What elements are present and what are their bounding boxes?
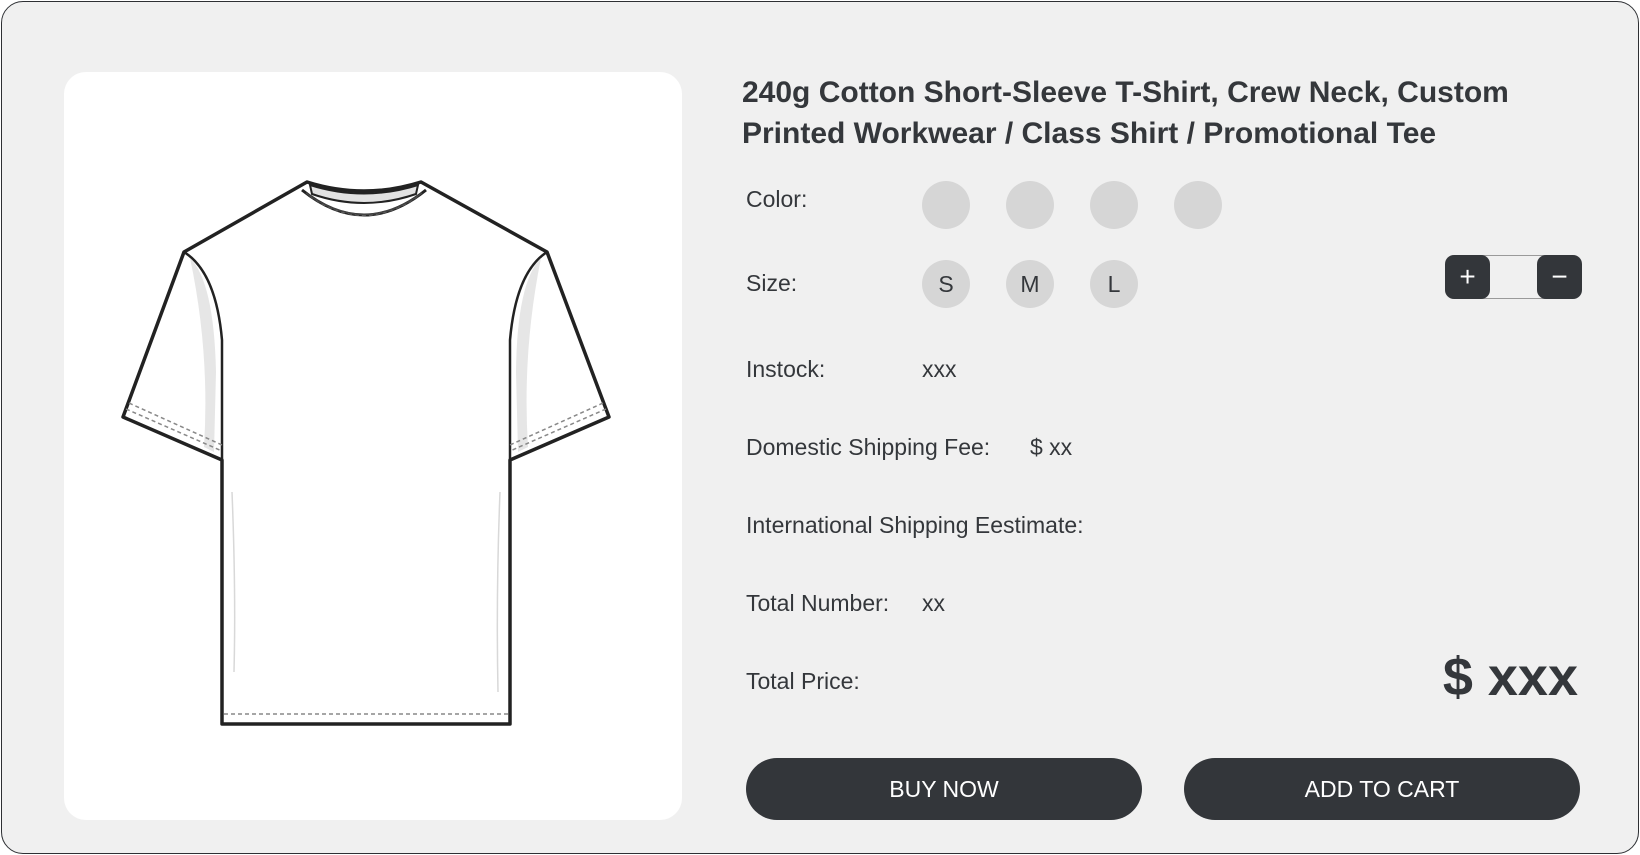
color-label: Color: — [746, 186, 808, 212]
decrement-button[interactable]: − — [1537, 255, 1582, 299]
instock-value: xxx — [922, 356, 957, 382]
add-to-cart-button[interactable]: ADD TO CART — [1184, 758, 1580, 820]
product-panel: 240g Cotton Short-Sleeve T-Shirt, Crew N… — [1, 1, 1639, 854]
color-swatch-4[interactable] — [1174, 181, 1222, 229]
domestic-shipping-value: $ xx — [1030, 434, 1073, 460]
total-number-label: Total Number: — [746, 590, 890, 616]
size-option-s[interactable]: S — [922, 260, 970, 308]
product-title-line-2: Printed Workwear / Class Shirt / Promoti… — [742, 117, 1437, 150]
domestic-shipping-label: Domestic Shipping Fee: — [746, 434, 991, 460]
minus-icon: − — [1551, 261, 1568, 292]
plus-icon: + — [1459, 261, 1476, 292]
color-swatch-3[interactable] — [1090, 181, 1138, 229]
total-price-label: Total Price: — [746, 668, 860, 694]
color-swatch-2[interactable] — [1006, 181, 1054, 229]
total-price-value: $ xxx — [1442, 647, 1578, 707]
total-number-value: xx — [922, 590, 945, 616]
product-image-card — [64, 72, 682, 820]
quantity-stepper: + − — [1445, 255, 1582, 299]
size-option-m[interactable]: M — [1006, 260, 1054, 308]
increment-button[interactable]: + — [1445, 255, 1490, 299]
size-option-l[interactable]: L — [1090, 260, 1138, 308]
size-label: Size: — [746, 270, 798, 296]
international-shipping-label: International Shipping Eestimate: — [746, 512, 1084, 538]
t-shirt-illustration — [121, 180, 611, 726]
color-swatch-1[interactable] — [922, 181, 970, 229]
product-title: 240g Cotton Short-Sleeve T-Shirt, Crew N… — [742, 72, 1602, 154]
buy-now-button[interactable]: BUY NOW — [746, 758, 1142, 820]
product-title-line-1: 240g Cotton Short-Sleeve T-Shirt, Crew N… — [742, 76, 1509, 109]
instock-label: Instock: — [746, 356, 826, 382]
